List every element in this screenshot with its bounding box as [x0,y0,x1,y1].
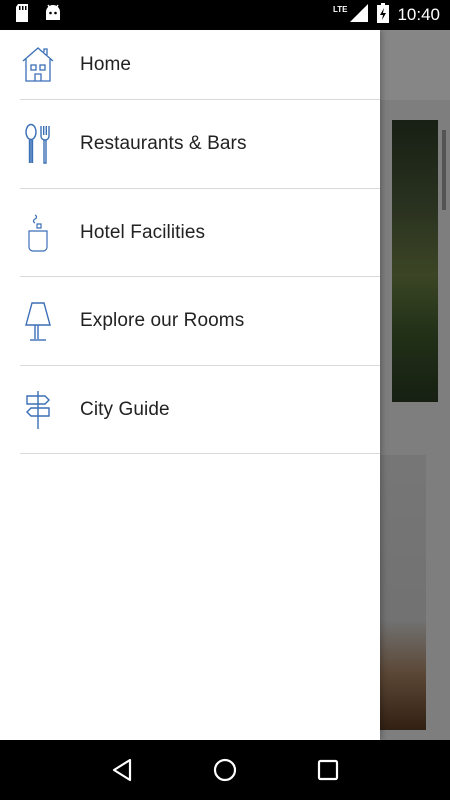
recents-icon[interactable] [308,750,348,790]
menu-item-label: Home [80,54,132,75]
menu-item-label: Explore our Rooms [80,310,245,332]
status-bar: LTE 10:40 [0,0,450,30]
battery-icon [377,2,390,28]
cup-icon [18,211,58,255]
divider [20,453,380,455]
home-icon[interactable] [205,750,245,790]
system-navigation-bar [0,740,450,800]
spoon-fork-icon [18,122,58,166]
menu-item-city-guide[interactable]: City Guide [0,366,380,455]
back-icon[interactable] [102,750,142,790]
network-type: LTE [332,4,348,14]
menu-item-explore-rooms[interactable]: Explore our Rooms [0,277,380,366]
lamp-icon [18,299,58,343]
navigation-drawer: Home Restaurants & Bars Hotel Facilities [0,30,380,740]
house-icon [18,43,58,87]
menu-item-hotel-facilities[interactable]: Hotel Facilities [0,189,380,278]
menu-item-restaurants[interactable]: Restaurants & Bars [0,100,380,189]
clock: 10:40 [397,5,440,24]
menu-item-label: City Guide [80,399,170,421]
menu-item-home[interactable]: Home [0,30,380,100]
signal-icon [349,3,369,28]
menu-item-label: Restaurants & Bars [80,133,247,155]
menu-item-label: Hotel Facilities [80,221,206,243]
android-icon [44,4,62,27]
signpost-icon [18,388,58,432]
sd-card-icon [14,3,30,28]
